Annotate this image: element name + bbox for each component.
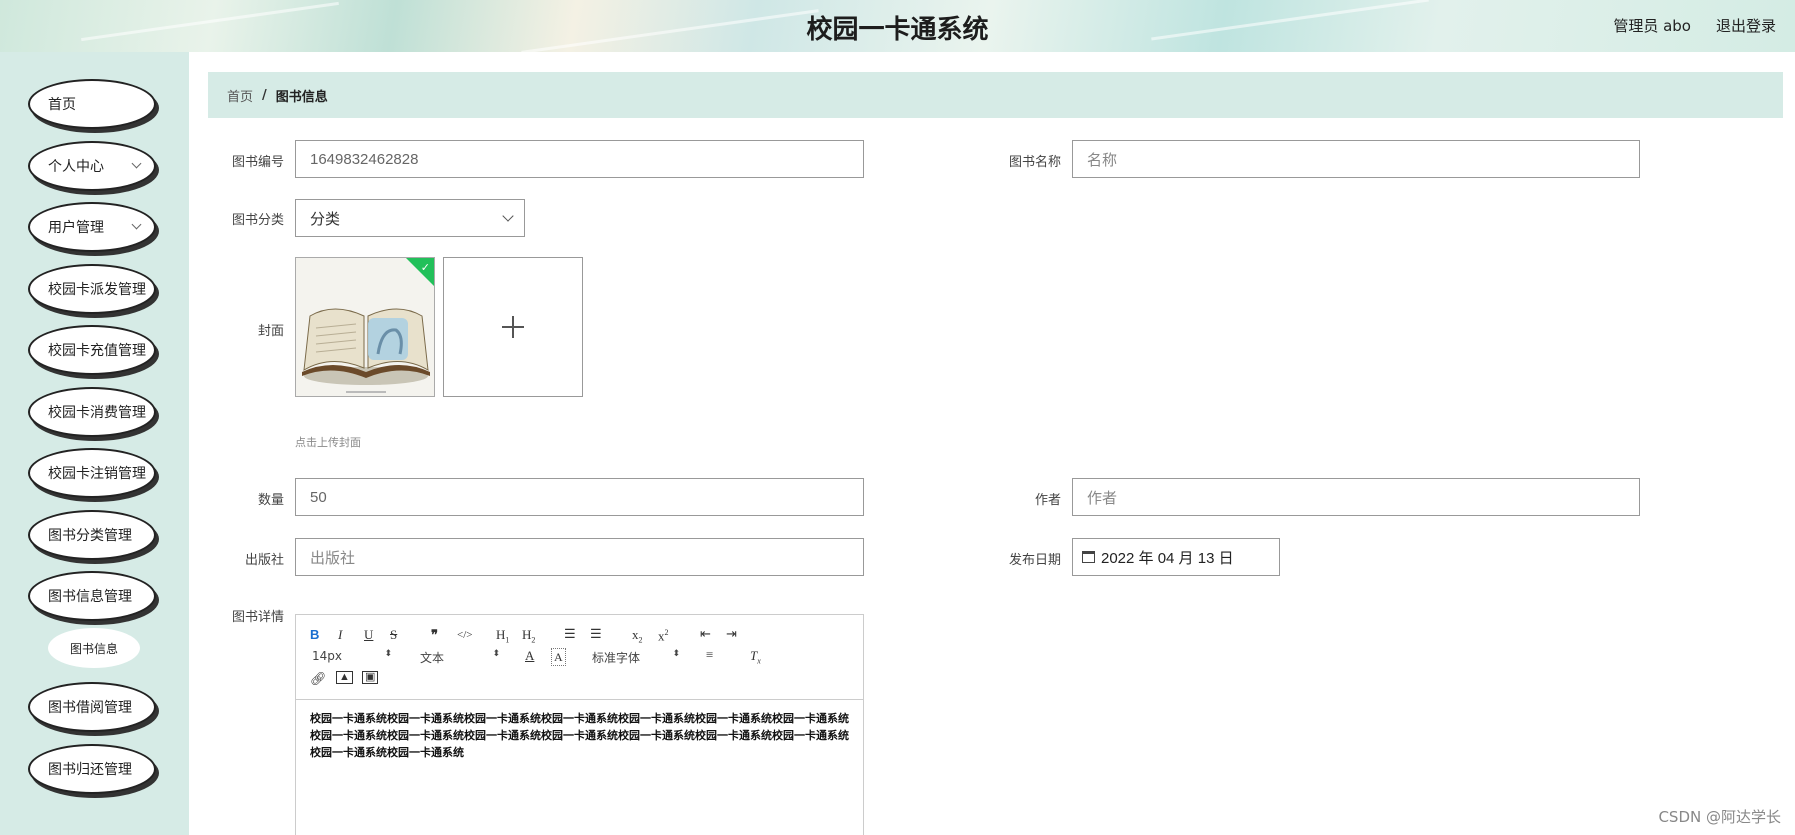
breadcrumb: 首页 / 图书信息 xyxy=(208,72,1783,118)
background-color-icon[interactable]: A xyxy=(551,648,566,666)
header2-button[interactable]: H2 xyxy=(522,627,535,649)
category-selected-value: 分类 xyxy=(310,210,341,228)
align-icon[interactable]: ≡ xyxy=(706,647,713,663)
font-size-select[interactable]: 14px ⬍ xyxy=(312,649,392,663)
quote-button[interactable]: ❞ xyxy=(431,627,438,643)
rich-text-editor[interactable]: B I U S ❞ </> H1 H2 ☰ ☰ x2 x2 ⇤ ⇥ 14px ⬍… xyxy=(295,614,864,835)
submenu-item-book-info[interactable]: 图书信息 xyxy=(48,628,140,668)
sidebar-item-label: 校园卡注销管理 xyxy=(48,466,146,482)
code-block-button[interactable]: </> xyxy=(457,627,472,643)
breadcrumb-current: 图书信息 xyxy=(275,89,328,105)
sidebar-item-label: 校园卡消费管理 xyxy=(48,405,146,421)
publisher-placeholder: 出版社 xyxy=(310,549,356,567)
sidebar-item-label: 图书信息管理 xyxy=(48,589,132,605)
italic-button[interactable]: I xyxy=(338,627,342,643)
chevron-down-icon xyxy=(131,158,142,169)
book-number-value: 1649832462828 xyxy=(310,150,419,168)
header1-button[interactable]: H1 xyxy=(496,627,509,649)
sidebar-item-label: 首页 xyxy=(48,97,76,113)
watermark: CSDN @阿达学长 xyxy=(1658,808,1781,826)
category-select[interactable]: 分类 xyxy=(295,199,525,237)
upload-cover-button[interactable] xyxy=(443,257,583,397)
image-icon[interactable]: ▲ xyxy=(336,671,353,684)
publish-date-picker[interactable]: 2022 年 04 月 13 日 xyxy=(1072,538,1280,576)
sidebar-item-book-category[interactable]: 图书分类管理 xyxy=(28,510,156,560)
select-arrows-icon: ⬍ xyxy=(672,649,680,659)
logout-link[interactable]: 退出登录 xyxy=(1716,15,1776,36)
font-family-select[interactable]: 标准字体 ⬍ xyxy=(592,649,680,666)
sidebar-item-card-recharge[interactable]: 校园卡充值管理 xyxy=(28,325,156,375)
breadcrumb-home-link[interactable]: 首页 xyxy=(227,86,253,105)
upload-tip: 点击上传封面 xyxy=(295,436,361,449)
publish-date-label: 发布日期 xyxy=(1008,553,1061,568)
book-name-input[interactable]: 名称 xyxy=(1072,140,1640,178)
book-number-label: 图书编号 xyxy=(231,155,284,170)
sidebar-item-card-dispatch[interactable]: 校园卡派发管理 xyxy=(28,264,156,314)
text-style-select[interactable]: 文本 ⬍ xyxy=(420,649,500,666)
quantity-value: 50 xyxy=(310,488,327,506)
sidebar-item-personal-center[interactable]: 个人中心 xyxy=(28,141,156,191)
sidebar-item-book-return[interactable]: 图书归还管理 xyxy=(28,744,156,794)
chevron-down-icon xyxy=(131,219,142,230)
sidebar-item-label: 用户管理 xyxy=(48,220,104,236)
sidebar-item-label: 图书归还管理 xyxy=(48,762,132,778)
book-number-input[interactable]: 1649832462828 xyxy=(295,140,864,178)
author-label: 作者 xyxy=(1034,493,1061,508)
select-arrows-icon: ⬍ xyxy=(492,649,500,659)
chevron-down-icon xyxy=(502,210,514,222)
font-size-value: 14px xyxy=(312,649,342,663)
link-icon[interactable]: 🔗︎ xyxy=(310,671,327,687)
sidebar-item-card-consumption[interactable]: 校园卡消费管理 xyxy=(28,387,156,437)
publisher-label: 出版社 xyxy=(244,553,284,568)
superscript-button[interactable]: x2 xyxy=(658,625,669,644)
sidebar-item-book-borrow[interactable]: 图书借阅管理 xyxy=(28,682,156,732)
ordered-list-icon[interactable]: ☰ xyxy=(564,626,576,642)
quantity-input[interactable]: 50 xyxy=(295,478,864,516)
video-icon[interactable]: ▣ xyxy=(362,671,379,684)
sidebar-item-label: 图书借阅管理 xyxy=(48,700,132,716)
select-arrows-icon: ⬍ xyxy=(384,649,392,659)
sidebar-item-label: 个人中心 xyxy=(48,159,104,175)
strikethrough-button[interactable]: S xyxy=(390,627,397,643)
calendar-icon xyxy=(1082,551,1095,563)
font-color-icon[interactable]: A xyxy=(525,648,534,664)
sidebar-item-user-management[interactable]: 用户管理 xyxy=(28,202,156,252)
publisher-input[interactable]: 出版社 xyxy=(295,538,864,576)
editor-toolbar: B I U S ❞ </> H1 H2 ☰ ☰ x2 x2 ⇤ ⇥ 14px ⬍… xyxy=(296,615,863,700)
quantity-label: 数量 xyxy=(257,493,284,508)
publish-date-value: 2022 年 04 月 13 日 xyxy=(1101,549,1234,567)
book-name-placeholder: 名称 xyxy=(1087,151,1118,169)
details-label: 图书详情 xyxy=(231,610,284,625)
sidebar-item-book-info[interactable]: 图书信息管理 xyxy=(28,571,156,621)
cover-label: 封面 xyxy=(257,324,284,339)
breadcrumb-separator: / xyxy=(262,87,267,103)
indent-icon[interactable]: ⇥ xyxy=(726,626,737,642)
current-user: 管理员 abo xyxy=(1613,17,1691,35)
sidebar-item-card-cancel[interactable]: 校园卡注销管理 xyxy=(28,448,156,498)
editor-content[interactable]: 校园一卡通系统校园一卡通系统校园一卡通系统校园一卡通系统校园一卡通系统校园一卡通… xyxy=(310,710,850,761)
bold-button[interactable]: B xyxy=(310,627,319,643)
author-input[interactable]: 作者 xyxy=(1072,478,1640,516)
bullet-list-icon[interactable]: ☰ xyxy=(590,626,602,642)
sidebar-item-label: 图书分类管理 xyxy=(48,528,132,544)
sidebar-item-label: 校园卡派发管理 xyxy=(48,282,146,298)
underline-button[interactable]: U xyxy=(364,627,373,643)
sidebar: 首页 个人中心 用户管理 校园卡派发管理 校园卡充值管理 校园卡消费管理 校园卡… xyxy=(0,52,189,835)
subscript-button[interactable]: x2 xyxy=(632,627,643,649)
check-icon: ✓ xyxy=(420,261,430,274)
book-name-label: 图书名称 xyxy=(1008,155,1061,170)
app-title: 校园一卡通系统 xyxy=(806,15,989,45)
plus-icon-vertical xyxy=(512,316,514,338)
author-placeholder: 作者 xyxy=(1087,489,1118,507)
category-label: 图书分类 xyxy=(231,213,284,228)
sidebar-item-label: 校园卡充值管理 xyxy=(48,343,146,359)
top-header: 校园一卡通系统 管理员 abo 退出登录 xyxy=(0,0,1795,52)
clear-format-icon[interactable]: Tx xyxy=(750,648,761,670)
cover-image[interactable]: ✓ xyxy=(295,257,435,397)
sidebar-item-home[interactable]: 首页 xyxy=(28,79,156,129)
text-style-value: 文本 xyxy=(420,651,445,665)
font-family-value: 标准字体 xyxy=(592,651,641,665)
outdent-icon[interactable]: ⇤ xyxy=(700,626,711,642)
submenu-item-label: 图书信息 xyxy=(69,641,118,656)
